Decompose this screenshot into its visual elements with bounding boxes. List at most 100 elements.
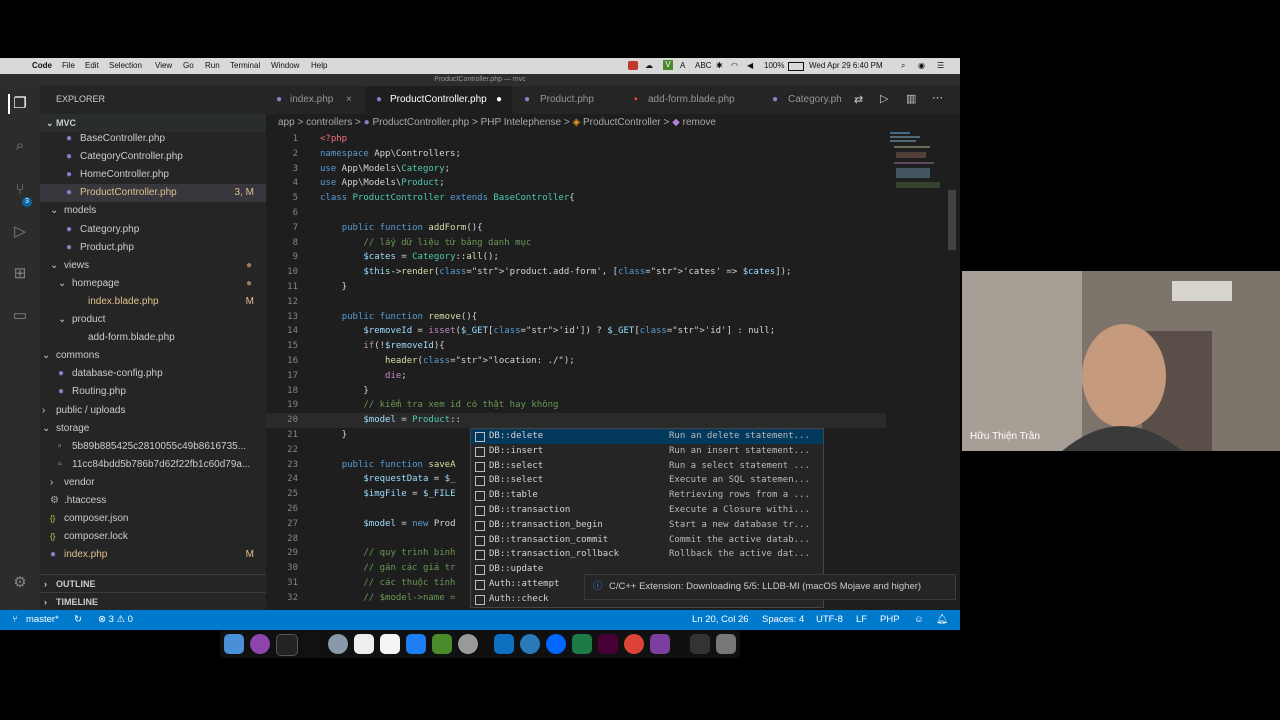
tree-item[interactable]: ⌄ homepage ● (40, 275, 266, 293)
editor-scrollbar[interactable] (948, 190, 956, 250)
problems-indicator[interactable]: ⊗ 3 ⚠ 0 (98, 610, 133, 630)
notification-toast[interactable]: ⓘ C/C++ Extension: Downloading 5/5: LLDB… (584, 574, 956, 600)
tree-item[interactable]: ⌄ models (40, 202, 266, 220)
system-preferences-icon[interactable] (458, 634, 478, 654)
tab-category-php[interactable]: ● Category.ph (752, 86, 848, 114)
sourcetree-icon[interactable] (520, 634, 540, 654)
flag-icon[interactable]: A (680, 61, 685, 70)
code-line[interactable]: 1 <?php (266, 132, 886, 147)
code-line[interactable]: 18 } (266, 384, 886, 399)
apple-tv-icon[interactable] (302, 634, 322, 654)
breadcrumb-file[interactable]: ProductController.php (372, 117, 469, 128)
vscode-icon[interactable] (494, 634, 514, 654)
launchpad-icon[interactable] (328, 634, 348, 654)
tree-item[interactable]: ● CategoryController.php (40, 148, 266, 166)
input-source-label[interactable]: ABC (695, 61, 711, 70)
tree-item[interactable]: index.blade.php M (40, 293, 266, 311)
code-line[interactable]: 10 $this->render(class="str">'product.ad… (266, 265, 886, 280)
tab-add-form-blade[interactable]: ▪ add-form.blade.php (620, 86, 750, 114)
suggestion-item[interactable]: DB::select Execute an SQL statemen... (471, 473, 823, 488)
tree-item[interactable]: ● index.php M (40, 546, 266, 564)
tree-item[interactable]: ⌄ product (40, 311, 266, 329)
app-store-icon[interactable] (406, 634, 426, 654)
menu-go[interactable]: Go (183, 61, 194, 70)
tree-item[interactable]: {} composer.json (40, 510, 266, 528)
code-line[interactable]: 5 class ProductController extends BaseCon… (266, 191, 886, 206)
breadcrumb-method[interactable]: remove (683, 117, 716, 128)
minimap[interactable] (888, 132, 944, 192)
tree-item[interactable]: ● HomeController.php (40, 166, 266, 184)
menu-run[interactable]: Run (205, 61, 220, 70)
bluetooth-icon[interactable]: ✱ (716, 61, 723, 70)
calendar-icon[interactable] (354, 634, 374, 654)
remote-explorer-icon[interactable]: ▭ (10, 306, 30, 326)
code-line[interactable]: 9 $cates = Category::all(); (266, 250, 886, 265)
bell-icon[interactable]: 🔔︎ (936, 610, 948, 630)
run-debug-icon[interactable]: ▷ (10, 222, 30, 242)
tree-item[interactable]: ⌄ storage (40, 420, 266, 438)
tree-item[interactable]: ● Product.php (40, 239, 266, 257)
code-line[interactable]: 16 header(class="str">"location: ./"); (266, 354, 886, 369)
tree-item[interactable]: ● ProductController.php 3, M (40, 184, 266, 203)
code-line[interactable]: 14 $removeId = isset($_GET[class="str">'… (266, 324, 886, 339)
control-center-icon[interactable]: ☰ (937, 61, 944, 70)
timeline-section[interactable]: › TIMELINE (40, 592, 266, 611)
sync-icon[interactable]: ↻ (74, 610, 82, 630)
extensions-icon[interactable]: ⊞ (10, 264, 30, 284)
breadcrumb-intelephense[interactable]: PHP Intelephense (481, 117, 561, 128)
tab-index-php[interactable]: ● index.php × (266, 86, 364, 114)
wifi-icon[interactable]: ◠ (731, 61, 738, 70)
code-line[interactable]: 17 die; (266, 369, 886, 384)
breadcrumb-class[interactable]: ProductController (583, 117, 661, 128)
tree-item[interactable]: ● Category.php (40, 221, 266, 239)
encoding[interactable]: UTF-8 (816, 610, 843, 630)
suggestion-item[interactable]: DB::table Retrieving rows from a ... (471, 488, 823, 503)
code-line[interactable]: 20 $model = Product:: (266, 413, 886, 429)
run-icon[interactable]: ▷ (880, 92, 888, 105)
tab-productcontroller-php[interactable]: ● ProductController.php ● (366, 86, 512, 114)
compare-icon[interactable]: ⇄ (854, 93, 863, 106)
outline-section[interactable]: › OUTLINE (40, 574, 266, 593)
more-actions-icon[interactable]: ⋯ (932, 91, 943, 104)
notes-icon[interactable] (380, 634, 400, 654)
tree-item[interactable]: {} composer.lock (40, 528, 266, 546)
menu-file[interactable]: File (62, 61, 75, 70)
php-app-icon[interactable] (650, 634, 670, 654)
vim-app-icon[interactable] (432, 634, 452, 654)
menu-view[interactable]: View (155, 61, 172, 70)
menu-help[interactable]: Help (311, 61, 327, 70)
code-line[interactable]: 7 public function addForm(){ (266, 221, 886, 236)
code-line[interactable]: 15 if(!$removeId){ (266, 339, 886, 354)
downloads-icon[interactable] (690, 634, 710, 654)
language-mode[interactable]: PHP (880, 610, 900, 630)
code-line[interactable]: 12 (266, 295, 886, 310)
tab-product-php[interactable]: ● Product.php (514, 86, 618, 114)
menubar-app-name[interactable]: Code (32, 61, 52, 70)
code-line[interactable]: 4 use App\Models\Product; (266, 176, 886, 191)
code-line[interactable]: 19 // kiểm tra xem id có thật hay không (266, 398, 886, 413)
cursor-position[interactable]: Ln 20, Col 26 (692, 610, 749, 630)
siri-icon[interactable]: ◉ (918, 61, 925, 70)
tree-item[interactable]: ● BaseController.php (40, 130, 266, 148)
suggestion-item[interactable]: DB::transaction Execute a Closure withi..… (471, 503, 823, 518)
tree-item[interactable]: ⌄ views ● (40, 257, 266, 275)
tree-item[interactable]: ⚙ .htaccess (40, 492, 266, 510)
terminal-icon[interactable] (276, 634, 298, 656)
suggestion-item[interactable]: DB::delete Run an delete statement... (471, 429, 823, 444)
excel-icon[interactable] (572, 634, 592, 654)
code-line[interactable]: 6 (266, 206, 886, 221)
gear-icon[interactable]: ⚙ (10, 573, 30, 593)
chrome-icon[interactable] (624, 634, 644, 654)
battery-label[interactable]: 100% (764, 61, 784, 70)
indentation[interactable]: Spaces: 4 (762, 610, 804, 630)
tree-item[interactable]: add-form.blade.php (40, 329, 266, 347)
suggestion-item[interactable]: DB::select Run a select statement ... (471, 459, 823, 474)
tree-item[interactable]: ▫ 11cc84bdd5b786b7d62f22fb1c60d79a... (40, 456, 266, 474)
menu-edit[interactable]: Edit (85, 61, 99, 70)
tree-item[interactable]: ● database-config.php (40, 365, 266, 383)
code-line[interactable]: 13 public function remove(){ (266, 310, 886, 325)
xd-icon[interactable] (598, 634, 618, 654)
clock-label[interactable]: Wed Apr 29 6:40 PM (809, 61, 883, 70)
finder-icon[interactable] (224, 634, 244, 654)
record-icon[interactable] (628, 61, 638, 70)
